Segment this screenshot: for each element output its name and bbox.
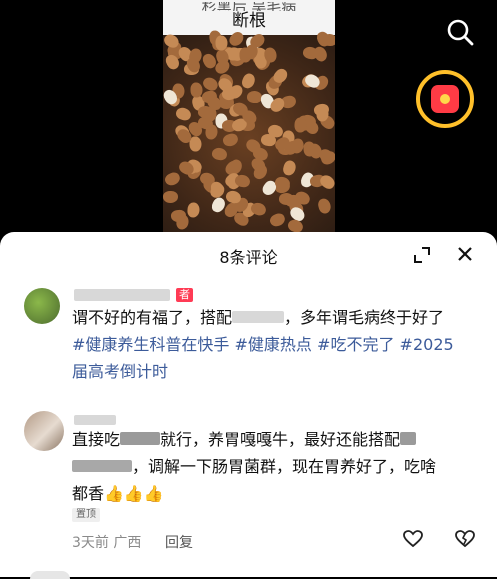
- search-icon[interactable]: [446, 18, 474, 46]
- avatar[interactable]: [24, 288, 60, 324]
- username-blurred[interactable]: [74, 289, 170, 301]
- hashtag[interactable]: #吃不完了: [317, 335, 394, 354]
- comment-text-part: 都香👍👍👍: [72, 484, 164, 503]
- red-packet-icon: [431, 85, 459, 113]
- comment-meta: 3天前 广西: [72, 535, 142, 551]
- video-frame[interactable]: 杉黑后 吴毛病 断根: [163, 0, 335, 232]
- hashtag[interactable]: 届高考倒计时: [72, 362, 168, 381]
- seed: [311, 44, 330, 64]
- seed: [316, 106, 329, 122]
- seed: [321, 33, 335, 47]
- video-area[interactable]: 杉黑后 吴毛病 断根: [0, 0, 497, 232]
- avatar[interactable]: [24, 411, 64, 451]
- hashtag[interactable]: #健康养生科普在快手: [72, 335, 229, 354]
- blurred-word: [120, 432, 161, 445]
- pinned-badge: 置顶: [72, 508, 100, 522]
- seed: [163, 190, 179, 204]
- comment-text-part: 谓不好的有福了，搭配: [72, 308, 233, 327]
- seed: [174, 105, 193, 123]
- comment-text-part: ，多年谓毛病终于好了: [284, 308, 445, 327]
- video-caption-cut: 杉黑后 吴毛病: [201, 2, 297, 11]
- seed: [240, 71, 257, 91]
- comments-panel: 8条评论 者 谓不好的有福了，搭配 ，多年谓毛病终于好了 #健康养生科普在快手 #…: [0, 232, 497, 579]
- comment-text-part: 直接吃: [72, 430, 121, 449]
- blurred-word: [400, 432, 417, 445]
- next-comment-avatar: [30, 571, 70, 579]
- close-icon[interactable]: [456, 245, 474, 263]
- blurred-word: [232, 311, 285, 323]
- comment-text-part: ，调解一下肠胃菌群，现在胃养好了，吃啥: [132, 457, 437, 476]
- seed: [281, 159, 298, 177]
- expand-icon[interactable]: [413, 246, 431, 264]
- seed: [186, 202, 201, 218]
- comment-text-part: 就行，养胃嘎嘎牛，最好还能搭配: [160, 430, 401, 449]
- seed: [175, 213, 190, 231]
- seed: [221, 132, 240, 148]
- red-packet-button[interactable]: [416, 70, 474, 128]
- heart-icon[interactable]: [403, 530, 423, 548]
- coin-icon: [440, 94, 450, 104]
- video-caption-text: 断根: [232, 11, 266, 31]
- comment-text: 谓不好的有福了，搭配 ，多年谓毛病终于好了 #健康养生科普在快手 #健康热点 #吃…: [72, 304, 482, 385]
- seed: [201, 75, 220, 93]
- seed: [163, 170, 182, 188]
- comment-text: 直接吃 就行，养胃嘎嘎牛，最好还能搭配 ，调解一下肠胃菌群，现在胃养好了，吃啥 都…: [72, 426, 482, 507]
- hashtag[interactable]: #2025: [400, 335, 454, 354]
- broken-heart-icon[interactable]: [455, 530, 475, 548]
- hashtag[interactable]: #健康热点: [235, 335, 312, 354]
- username-blurred[interactable]: [74, 415, 116, 425]
- reply-button[interactable]: 回复: [165, 532, 193, 552]
- seed: [268, 211, 287, 229]
- blurred-word: [72, 460, 132, 472]
- video-caption: 杉黑后 吴毛病 断根: [163, 0, 335, 35]
- seed: [215, 35, 228, 51]
- seed: [204, 124, 219, 140]
- seed: [210, 146, 229, 162]
- author-badge: 者: [176, 288, 193, 302]
- seed: [316, 197, 333, 215]
